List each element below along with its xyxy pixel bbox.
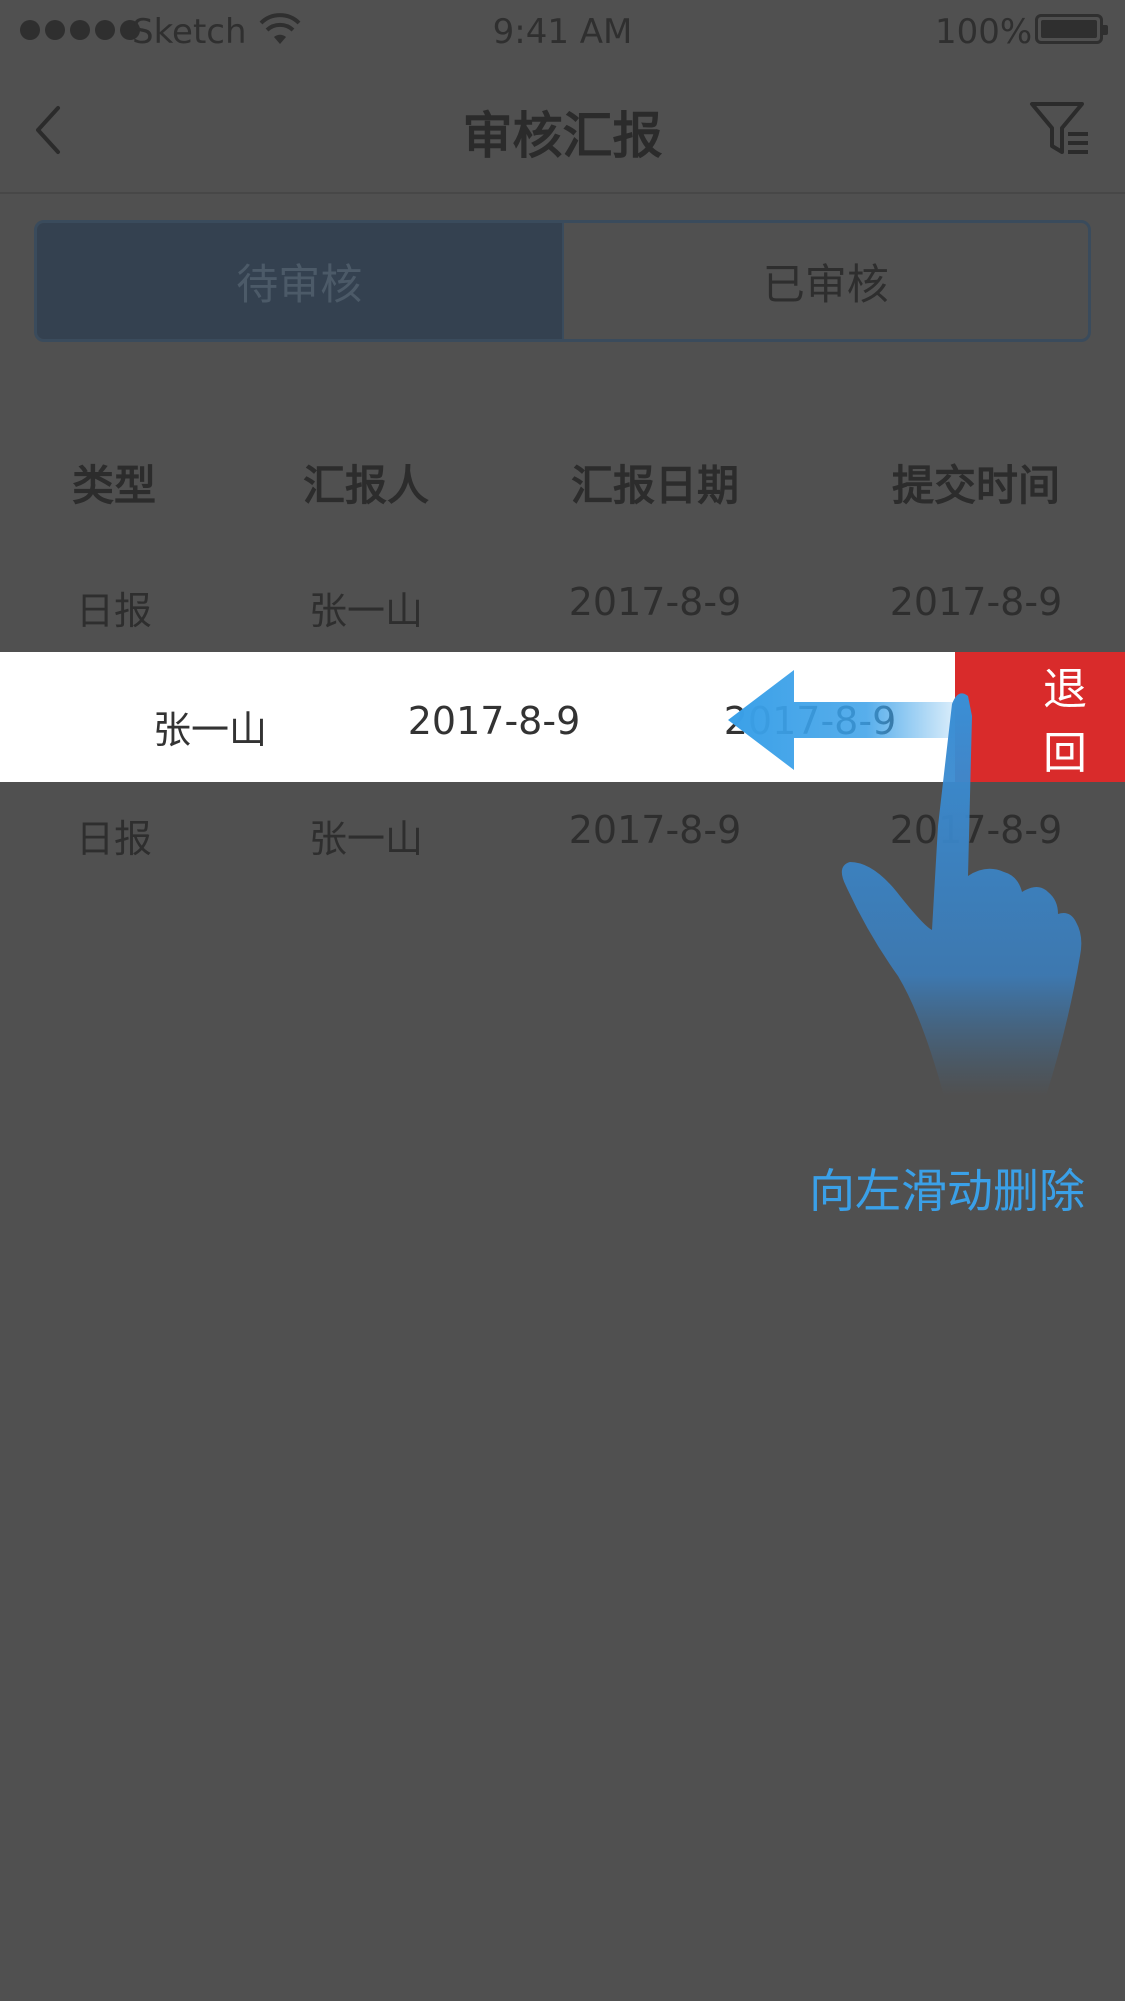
page-title: 审核汇报 — [462, 107, 663, 165]
review-status-tabs: 待审核 已审核 — [34, 220, 1091, 342]
row-3-type: 日报 — [75, 817, 153, 861]
row-1-submit-time: 2017-8-9 — [889, 580, 1063, 624]
swiped-row-reporter: 张一山 — [152, 708, 268, 752]
navigation-bar: 审核汇报 — [0, 66, 1125, 194]
hand-pointer-icon — [841, 693, 1082, 1096]
row-1-report-date: 2017-8-9 — [568, 580, 742, 624]
row-1-type: 日报 — [75, 589, 153, 633]
status-bar: Sketch 9:41 AM 100% — [0, 0, 1125, 66]
tab-pending[interactable]: 待审核 — [37, 223, 562, 339]
filter-list-icon[interactable] — [1028, 100, 1092, 160]
swipe-hint-text: 向左滑动删除 — [809, 1164, 1085, 1218]
row-3-reporter: 张一山 — [308, 817, 424, 861]
battery-icon — [1035, 14, 1108, 44]
row-1-reporter: 张一山 — [308, 589, 424, 633]
header-reporter: 汇报人 — [302, 461, 430, 510]
header-submit-time: 提交时间 — [891, 461, 1061, 510]
header-report-date: 汇报日期 — [570, 461, 740, 510]
battery-percent: 100% — [935, 12, 1033, 52]
swiped-row-report-date: 2017-8-9 — [407, 699, 581, 743]
header-type: 类型 — [71, 461, 157, 510]
row-3-report-date: 2017-8-9 — [568, 808, 742, 852]
tab-reviewed[interactable]: 已审核 — [561, 223, 1089, 339]
